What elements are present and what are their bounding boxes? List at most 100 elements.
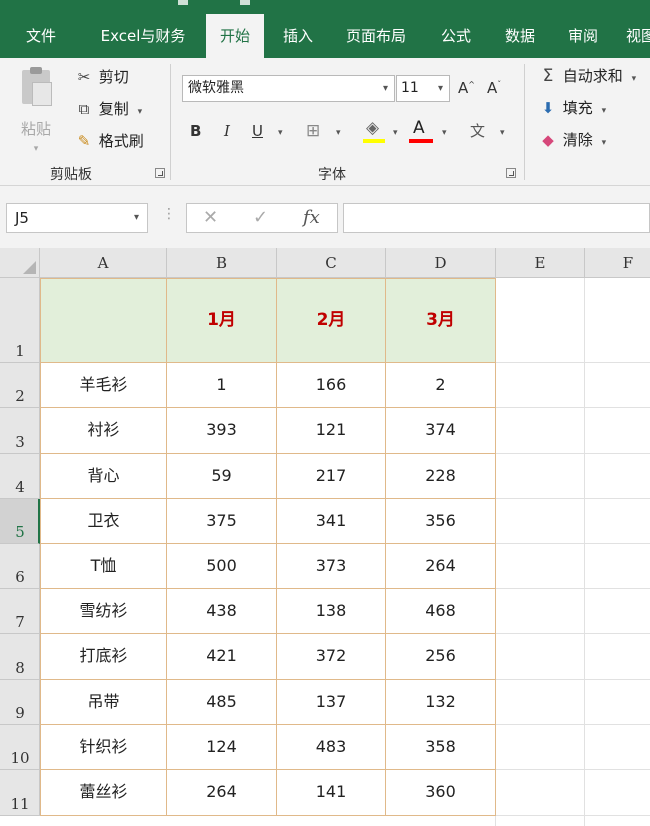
formula-input[interactable] (343, 203, 650, 233)
font-color-button[interactable]: A (413, 118, 425, 138)
cell-d9[interactable]: 132 (386, 680, 496, 725)
cell-c7[interactable]: 138 (277, 589, 386, 634)
cell-b9[interactable]: 485 (167, 680, 277, 725)
cell-c4[interactable]: 217 (277, 454, 386, 499)
cell-c11[interactable]: 141 (277, 770, 386, 816)
chevron-down-icon[interactable]: ▾ (278, 128, 283, 138)
phonetic-guide-icon[interactable]: 文 (470, 120, 485, 141)
cut-button[interactable]: ✂ 剪切 (74, 65, 129, 89)
shrink-font-button[interactable]: Aˇ (487, 79, 501, 97)
cell-b11[interactable]: 264 (167, 770, 277, 816)
fill-button[interactable]: ⬇ 填充 ▾ (538, 96, 606, 120)
italic-button[interactable]: I (224, 122, 230, 140)
row-header-7[interactable]: 7 (0, 589, 40, 634)
cell-a9[interactable]: 吊带 (40, 680, 167, 725)
tab-insert[interactable]: 插入 (270, 14, 326, 58)
copy-button[interactable]: ⧉ 复制 ▾ (74, 97, 142, 121)
row-header-5[interactable]: 5 (0, 499, 40, 544)
row-header-1[interactable]: 1 (0, 278, 40, 363)
tab-review[interactable]: 审阅 (556, 14, 610, 58)
cell-b8[interactable]: 421 (167, 634, 277, 680)
cell-a4[interactable]: 背心 (40, 454, 167, 499)
cell-d4[interactable]: 228 (386, 454, 496, 499)
cell-c3[interactable]: 121 (277, 408, 386, 454)
cell-c5[interactable]: 341 (277, 499, 386, 544)
cell-d3[interactable]: 374 (386, 408, 496, 454)
cell-b3[interactable]: 393 (167, 408, 277, 454)
row-header-9[interactable]: 9 (0, 680, 40, 725)
paste-button[interactable]: 粘贴 ▾ (12, 67, 60, 154)
select-all-button[interactable] (0, 248, 40, 278)
row-header-11[interactable]: 11 (0, 770, 40, 816)
underline-button[interactable]: U (252, 122, 263, 140)
column-header-e[interactable]: E (496, 248, 585, 278)
cell-d2[interactable]: 2 (386, 363, 496, 408)
cell-a8[interactable]: 打底衫 (40, 634, 167, 680)
font-name-select[interactable]: 微软雅黑 ▾ (182, 75, 395, 102)
name-box[interactable]: J5 ▾ (6, 203, 148, 233)
fill-color-icon[interactable]: ◈ (366, 118, 379, 138)
cell-a11[interactable]: 蕾丝衫 (40, 770, 167, 816)
chevron-down-icon[interactable]: ▾ (500, 128, 505, 138)
grow-font-button[interactable]: A^ (458, 79, 475, 97)
cell-a6[interactable]: T恤 (40, 544, 167, 589)
chevron-down-icon[interactable]: ▾ (442, 128, 447, 138)
cell-d5[interactable]: 356 (386, 499, 496, 544)
row-header-6[interactable]: 6 (0, 544, 40, 589)
tab-excel-finance[interactable]: Excel与财务 (88, 14, 198, 58)
cell-b5[interactable]: 375 (167, 499, 277, 544)
cell-a10[interactable]: 针织衫 (40, 725, 167, 770)
tab-view[interactable]: 视图 (618, 14, 650, 58)
autosum-button[interactable]: Σ 自动求和 ▾ (538, 64, 636, 88)
cancel-icon[interactable]: ✕ (203, 207, 218, 228)
borders-icon[interactable]: ⊞ (306, 121, 320, 141)
row-header-8[interactable]: 8 (0, 634, 40, 680)
clear-button[interactable]: ◆ 清除 ▾ (538, 128, 606, 152)
cell-d1[interactable]: 3月 (386, 278, 496, 363)
tab-formulas[interactable]: 公式 (428, 14, 484, 58)
column-header-a[interactable]: A (40, 248, 167, 278)
cell-a7[interactable]: 雪纺衫 (40, 589, 167, 634)
tab-file[interactable]: 文件 (12, 14, 70, 58)
enter-icon[interactable]: ✓ (253, 207, 268, 228)
cell-c2[interactable]: 166 (277, 363, 386, 408)
clipboard-dialog-launcher-icon[interactable] (155, 168, 165, 178)
cell-d11[interactable]: 360 (386, 770, 496, 816)
chevron-down-icon[interactable]: ▾ (393, 128, 398, 138)
cell-a1[interactable] (40, 278, 167, 363)
cell-d10[interactable]: 358 (386, 725, 496, 770)
tab-home[interactable]: 开始 (206, 14, 264, 58)
cell-a3[interactable]: 衬衫 (40, 408, 167, 454)
row-header-4[interactable]: 4 (0, 454, 40, 499)
tab-data[interactable]: 数据 (492, 14, 548, 58)
cell-c6[interactable]: 373 (277, 544, 386, 589)
cell-b2[interactable]: 1 (167, 363, 277, 408)
cell-c10[interactable]: 483 (277, 725, 386, 770)
column-header-b[interactable]: B (167, 248, 277, 278)
cell-a2[interactable]: 羊毛衫 (40, 363, 167, 408)
cell-d6[interactable]: 264 (386, 544, 496, 589)
column-header-c[interactable]: C (277, 248, 386, 278)
cell-d7[interactable]: 468 (386, 589, 496, 634)
cell-b7[interactable]: 438 (167, 589, 277, 634)
cell-b1[interactable]: 1月 (167, 278, 277, 363)
cell-a5[interactable]: 卫衣 (40, 499, 167, 544)
cell-c8[interactable]: 372 (277, 634, 386, 680)
tab-page-layout[interactable]: 页面布局 (334, 14, 418, 58)
format-painter-button[interactable]: ✎ 格式刷 (74, 129, 144, 153)
worksheet-grid[interactable]: A B C D E F 1 2 3 4 5 6 7 8 9 10 11 1月 2月 3月 羊毛衫 1 166 2 衬衫 393 12… (0, 248, 650, 826)
cell-d8[interactable]: 256 (386, 634, 496, 680)
cell-c9[interactable]: 137 (277, 680, 386, 725)
column-header-d[interactable]: D (386, 248, 496, 278)
cell-b4[interactable]: 59 (167, 454, 277, 499)
chevron-down-icon[interactable]: ▾ (336, 128, 341, 138)
cell-c1[interactable]: 2月 (277, 278, 386, 363)
insert-function-icon[interactable]: fx (303, 207, 320, 228)
cell-b6[interactable]: 500 (167, 544, 277, 589)
formula-bar-grip-icon[interactable]: ⋮ (162, 206, 176, 222)
row-header-2[interactable]: 2 (0, 363, 40, 408)
row-header-10[interactable]: 10 (0, 725, 40, 770)
cell-b10[interactable]: 124 (167, 725, 277, 770)
bold-button[interactable]: B (190, 122, 201, 140)
row-header-3[interactable]: 3 (0, 408, 40, 454)
